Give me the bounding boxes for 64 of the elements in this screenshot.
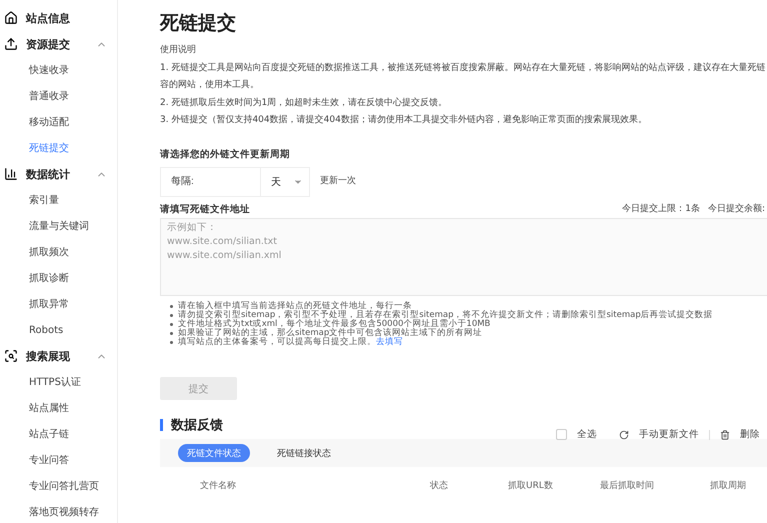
usage-text: 1. 死链提交工具是网站向百度提交死链的数据推送工具，被推送死链将被百度搜索屏蔽。网站存在大量死链，将影响网站的站点评级，建议存在大量死链 bbox=[160, 62, 766, 74]
nav-item[interactable]: 快速收录 bbox=[0, 57, 117, 83]
note-text: 文件地址格式为txt或xml，每个地址文件最多包含50000个网址且需小于10MB bbox=[178, 320, 490, 329]
period-label: 请选择您的外链文件更新周期 bbox=[160, 148, 291, 160]
column-header: 最后抓取时间 bbox=[600, 480, 655, 492]
quota-text: 今日提交上限：1条 bbox=[622, 202, 700, 216]
bullet-icon bbox=[170, 305, 173, 308]
unit-select[interactable]: 天 bbox=[260, 166, 310, 196]
bar-chart-icon bbox=[4, 167, 18, 181]
column-header: 抓取周期 bbox=[710, 480, 747, 492]
usage-text: 3. 外链提交（暂仅支持404数据，请提交404数据；请勿使用本工具提交非外链内容，避免影响正常页面的搜索展现效果。 bbox=[160, 114, 648, 127]
nav-item[interactable]: 死链提交 bbox=[0, 135, 117, 161]
period-suffix: 更新一次 bbox=[320, 174, 356, 188]
column-header: 文件名称 bbox=[200, 480, 237, 492]
bullet-icon bbox=[170, 314, 173, 317]
remaining-text: 今日提交余额: bbox=[708, 202, 765, 216]
nav-group[interactable]: 站点信息 bbox=[26, 10, 107, 26]
note-text: 请在输入框中填写当前选择站点的死链文件地址，每行一条 bbox=[178, 302, 412, 311]
usage-text: 容的网站，使用本工具。 bbox=[160, 78, 260, 92]
nav-item[interactable]: 普通收录 bbox=[0, 83, 117, 109]
nav-item[interactable]: 专业问答扎营页 bbox=[0, 473, 117, 499]
select-all-label: 全选 bbox=[577, 428, 597, 441]
nav-item[interactable]: Robots bbox=[0, 317, 117, 343]
bullet-icon bbox=[170, 341, 173, 344]
page-title: 死链提交 bbox=[160, 11, 237, 36]
checkbox[interactable] bbox=[556, 429, 567, 440]
delete-link[interactable]: 删除 bbox=[740, 428, 760, 441]
nav-item[interactable]: 落地页视频转存 bbox=[0, 499, 117, 523]
bullet-icon bbox=[170, 332, 173, 335]
file-address-field[interactable]: 示例如下： www.site.com/silian.txt www.site.com/silian.xml bbox=[160, 218, 767, 296]
fill-in-link[interactable]: 去填写 bbox=[376, 337, 403, 347]
search-icon bbox=[4, 349, 18, 363]
nav-item[interactable]: 抓取异常 bbox=[0, 291, 117, 317]
usage-text: 2. 死链抓取后生效时间为1周，如超时未生效，请在反馈中心提交反馈。 bbox=[160, 96, 448, 110]
nav-item[interactable]: 抓取频次 bbox=[0, 239, 117, 265]
nav-item[interactable]: 站点属性 bbox=[0, 395, 117, 421]
refresh-link[interactable]: 手动更新文件 bbox=[639, 428, 699, 441]
refresh-icon[interactable] bbox=[619, 430, 629, 440]
nav-group[interactable]: 搜索展现 bbox=[26, 348, 88, 364]
column-header: 抓取URL数 bbox=[508, 480, 554, 492]
section-marker bbox=[160, 419, 163, 431]
nav-item[interactable]: HTTPS认证 bbox=[0, 369, 117, 395]
nav-item[interactable]: 站点子链 bbox=[0, 421, 117, 447]
note-text: 如果验证了网站的主域，那么sitemap文件中可包含该网站主域下的所有网址 bbox=[178, 329, 482, 338]
nav-group[interactable]: 资源提交 bbox=[26, 36, 88, 52]
usage-heading: 使用说明 bbox=[160, 44, 197, 57]
bullet-icon bbox=[170, 323, 173, 326]
note-text: 请勿提交索引型sitemap，索引型不予处理，且若存在索引型sitemap，将不允许提交新文件；请删除索引型sitemap后再尝试提交数据 bbox=[178, 311, 713, 320]
nav-item[interactable]: 索引量 bbox=[0, 187, 117, 213]
nav-item[interactable]: 移动适配 bbox=[0, 109, 117, 135]
trash-icon[interactable] bbox=[720, 430, 730, 440]
nav-item[interactable]: 专业问答 bbox=[0, 447, 117, 473]
section-title: 数据反馈 bbox=[171, 417, 223, 434]
file-label: 请填写死链文件地址 bbox=[160, 202, 250, 216]
upload-icon bbox=[4, 37, 18, 51]
note-text: 填写站点的主体备案号，可以提高每日提交上限。去填写 bbox=[178, 338, 403, 347]
nav-item[interactable]: 流量与关键词 bbox=[0, 213, 117, 239]
nav-item[interactable]: 抓取诊断 bbox=[0, 265, 117, 291]
interval-field[interactable]: 每隔: bbox=[160, 166, 260, 196]
tab[interactable]: 死链文件状态 bbox=[178, 444, 250, 462]
column-header: 状态 bbox=[430, 480, 449, 492]
nav-group[interactable]: 数据统计 bbox=[26, 166, 88, 182]
home-icon bbox=[4, 11, 18, 25]
tab[interactable]: 死链链接状态 bbox=[268, 444, 340, 462]
